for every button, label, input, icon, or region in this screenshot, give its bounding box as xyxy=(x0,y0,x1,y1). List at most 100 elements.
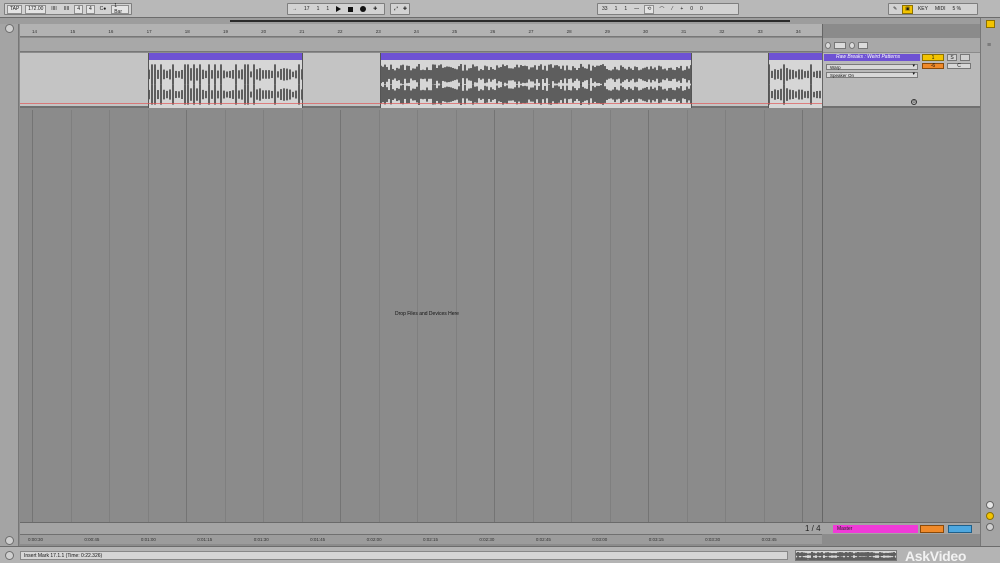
midi-map-button[interactable]: MIDI xyxy=(933,5,948,14)
master-track-row[interactable]: 1 / 4 Master xyxy=(20,522,980,534)
right-rail: ≡ xyxy=(980,18,1000,546)
punch-out-button[interactable]: ⌒ xyxy=(657,5,666,14)
metronome-button[interactable]: C● xyxy=(98,5,109,14)
clip-title-bar[interactable] xyxy=(381,53,691,60)
loop-switch-button[interactable]: ⟲ xyxy=(644,4,655,14)
detail-view-toggle-icon[interactable] xyxy=(5,551,14,560)
automation-arm-icon[interactable]: ⤢ xyxy=(393,5,399,14)
position-sixteenth-field[interactable]: 1 xyxy=(324,5,331,14)
loop-brace-strip[interactable] xyxy=(20,38,822,52)
follow-arrow-icon[interactable]: → xyxy=(290,5,299,14)
time-signature-denominator[interactable]: 4 xyxy=(85,4,95,14)
master-pan-field[interactable] xyxy=(948,525,972,533)
io-unfold-icon[interactable]: ⊙ xyxy=(911,99,917,105)
time-ruler-tick: 0:00:45 xyxy=(84,537,100,542)
loop-length-sixteenth-field[interactable]: 0 xyxy=(698,5,705,14)
bar-ruler-tick: 14 xyxy=(32,29,38,34)
clip-waveform xyxy=(381,63,691,106)
time-ruler-tick: 0:03:30 xyxy=(705,537,721,542)
warp-mode-select[interactable]: Warp xyxy=(826,64,918,70)
position-beat-field[interactable]: 1 xyxy=(315,5,322,14)
askvideo-watermark: AskVideo xyxy=(905,548,967,563)
time-ruler-tick: 0:03:45 xyxy=(761,537,777,542)
position-bar-field[interactable]: 17 xyxy=(302,5,312,14)
track-activator-button[interactable]: 1 xyxy=(922,54,944,61)
loop-start-beat-field[interactable]: 1 xyxy=(613,5,620,14)
record-button[interactable] xyxy=(358,5,368,14)
audio-clip[interactable] xyxy=(380,53,692,108)
loop-start-bar-field[interactable]: 33 xyxy=(600,5,610,14)
track-lane-raw-breaks[interactable] xyxy=(20,53,822,108)
beat-gridline xyxy=(687,110,688,534)
transport-group: → 17 1 1 ✚ xyxy=(287,3,385,15)
bar-ruler-tick: 21 xyxy=(299,29,305,34)
track-header-raw-breaks[interactable]: Raw Breaks : Weird Patterns Warp Speaker… xyxy=(823,53,981,108)
key-map-switch[interactable]: ▣ xyxy=(902,4,913,14)
sends-toggle[interactable] xyxy=(834,42,846,49)
returns-toggle[interactable] xyxy=(849,42,855,49)
loop-start-sixteenth-field[interactable]: 1 xyxy=(622,5,629,14)
track-volume-field[interactable]: -6 xyxy=(922,63,944,69)
tempo-field[interactable]: 172.00 xyxy=(25,4,47,14)
beat-gridline xyxy=(610,110,611,534)
bar-ruler-tick: 27 xyxy=(528,29,534,34)
monitor-select[interactable]: Speaker On xyxy=(826,72,918,78)
zoom-in-icon[interactable] xyxy=(986,501,994,509)
bar-ruler-tick: 33 xyxy=(757,29,763,34)
bar-ruler-tick: 18 xyxy=(184,29,190,34)
automation-line[interactable] xyxy=(20,103,822,104)
master-volume-field[interactable] xyxy=(920,525,944,533)
beat-gridline xyxy=(571,110,572,534)
beat-gridline xyxy=(533,110,534,534)
track-mixer-column: Raw Breaks : Weird Patterns Warp Speaker… xyxy=(822,24,981,534)
beat-gridline xyxy=(764,110,765,534)
re-enable-automation-icon[interactable]: ✚ xyxy=(402,5,408,14)
audio-clip[interactable] xyxy=(148,53,303,108)
beat-gridline xyxy=(109,110,110,534)
time-ruler[interactable]: 0:00:30 0:00:45 0:01:00 0:01:15 0:01:30 0:01:… xyxy=(20,534,822,544)
draw-mode-button[interactable]: ⁄ xyxy=(669,5,675,14)
clip-title-bar[interactable] xyxy=(769,53,822,60)
master-track-name[interactable]: Master xyxy=(833,525,918,533)
stop-button[interactable] xyxy=(346,5,355,14)
mixer-toggle[interactable] xyxy=(858,42,868,49)
info-toggle-icon[interactable] xyxy=(5,536,14,545)
arrangement-grid[interactable] xyxy=(20,110,822,534)
bar-ruler-tick: 22 xyxy=(337,29,343,34)
view-switch-icon[interactable] xyxy=(986,20,995,28)
loop-length-plus[interactable]: + xyxy=(678,5,685,14)
nudge-up-button[interactable]: IIII xyxy=(62,5,71,14)
overview-visible-window[interactable] xyxy=(230,20,790,22)
io-section-toggle[interactable] xyxy=(825,42,831,49)
detail-clip-preview[interactable] xyxy=(795,550,897,561)
bar-ruler[interactable]: 14 15 16 17 18 19 20 21 22 23 24 25 26 27 28 29 30 31 32 33… xyxy=(20,24,822,37)
detail-toggle-icon[interactable] xyxy=(986,523,994,531)
arm-button[interactable] xyxy=(960,54,970,61)
track-name[interactable]: Raw Breaks : Weird Patterns xyxy=(824,54,920,61)
browser-toggle-icon[interactable] xyxy=(5,24,14,33)
time-signature-numerator[interactable]: 4 xyxy=(74,4,83,14)
follow-icon[interactable] xyxy=(986,512,994,520)
punch-in-button[interactable]: ⁓ xyxy=(632,5,641,14)
pencil-icon[interactable]: ✎ xyxy=(891,5,899,14)
nudge-down-button[interactable]: IIII xyxy=(49,5,58,14)
time-ruler-tick: 0:01:15 xyxy=(197,537,213,542)
tap-tempo-button[interactable]: TAP xyxy=(7,4,23,14)
grip-icon[interactable]: ≡ xyxy=(987,42,994,50)
solo-button[interactable]: S xyxy=(947,54,957,61)
arrangement-view[interactable]: 14 15 16 17 18 19 20 21 22 23 24 25 26 27 28 29 30 31 32 33… xyxy=(20,24,822,534)
clip-title-bar[interactable] xyxy=(149,53,302,60)
overdub-button[interactable]: ✚ xyxy=(371,5,379,14)
beat-gridline xyxy=(379,110,380,534)
bar-ruler-tick: 28 xyxy=(566,29,572,34)
track-pan-field[interactable]: C xyxy=(947,63,971,69)
bar-ruler-tick: 15 xyxy=(70,29,76,34)
bar-ruler-tick: 16 xyxy=(108,29,114,34)
key-map-button[interactable]: KEY xyxy=(916,5,930,14)
beat-gridline xyxy=(725,110,726,534)
beat-gridline xyxy=(802,110,803,534)
loop-length-beat-field[interactable]: 0 xyxy=(688,5,695,14)
quantize-select[interactable]: 1 Bar xyxy=(111,3,129,15)
audio-clip[interactable] xyxy=(768,53,822,108)
play-button[interactable] xyxy=(334,5,343,14)
